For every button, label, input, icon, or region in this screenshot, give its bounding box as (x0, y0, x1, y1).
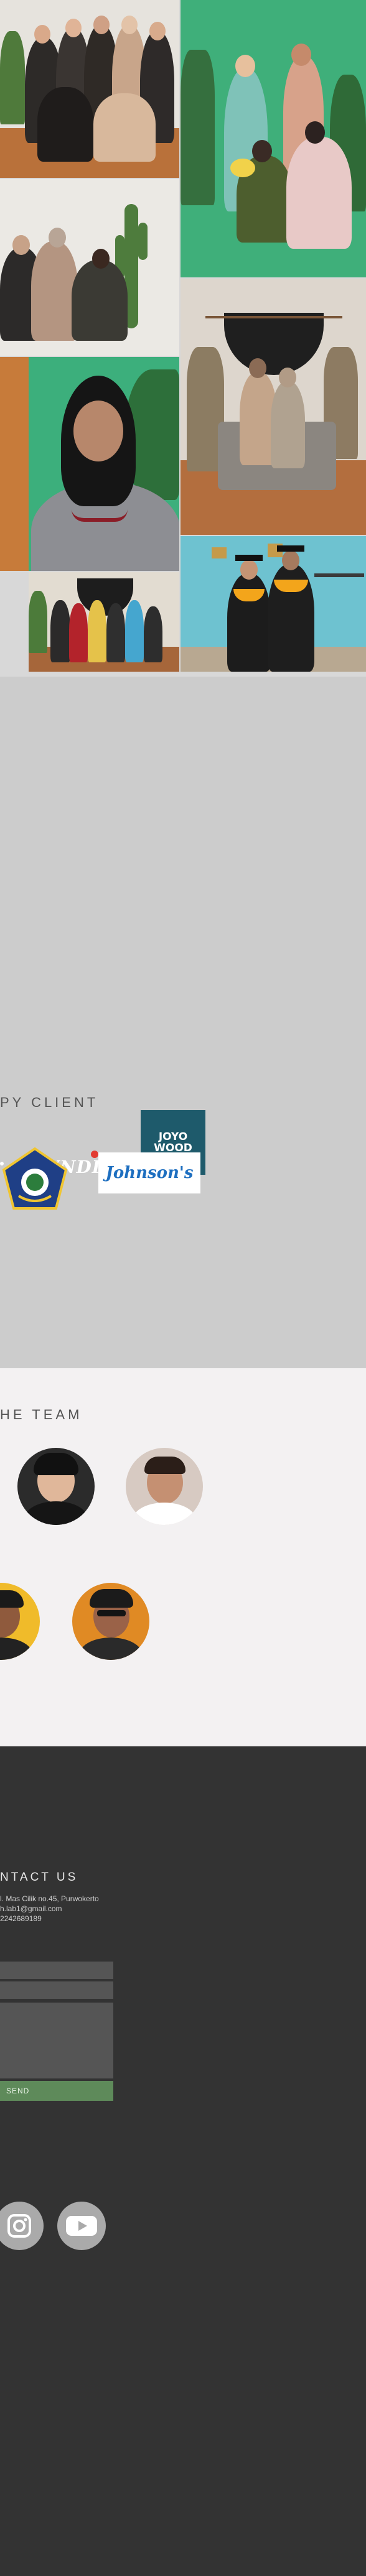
contact-email: h.lab1@gmail.com (0, 1904, 62, 1913)
joyo-wood-line1: JOYO (158, 1131, 188, 1143)
team-member-avatar[interactable] (17, 1448, 95, 1525)
instagram-icon (7, 2214, 31, 2238)
instagram-button[interactable] (0, 2202, 44, 2250)
contact-section: NTACT US l. Mas Cilik no.45, Purwokerto … (0, 1746, 366, 2576)
couple-macrame-photo[interactable] (181, 279, 366, 535)
team-member-avatar[interactable] (72, 1583, 149, 1660)
contact-phone: 2242689189 (0, 1914, 42, 1923)
johnsons-logo-text: Johnson's (105, 1164, 194, 1182)
youtube-icon (66, 2216, 97, 2236)
contact-title: NTACT US (0, 1871, 78, 1884)
photo-gallery (0, 0, 366, 677)
hijab-portrait-photo[interactable] (0, 357, 179, 571)
emblem-icon (2, 1147, 68, 1210)
send-button[interactable]: SEND (0, 2081, 113, 2101)
contact-address: l. Mas Cilik no.45, Purwokerto (0, 1894, 99, 1903)
youtube-button[interactable] (57, 2202, 106, 2250)
email-field[interactable] (0, 1981, 113, 1999)
johnsons-logo: Johnson's (98, 1152, 200, 1193)
team-member-avatar[interactable] (0, 1583, 40, 1660)
team-section: HE TEAM (0, 1368, 366, 1746)
name-field[interactable] (0, 1962, 113, 1979)
graduation-photo[interactable] (181, 536, 366, 672)
clients-section: PY CLIENT HYNDIA JOYO WOOD Johnson's (0, 677, 366, 1368)
family-group-photo[interactable] (29, 572, 179, 672)
family-cactus-photo[interactable] (0, 179, 179, 356)
team-member-avatar[interactable] (126, 1448, 203, 1525)
message-field[interactable] (0, 2003, 113, 2078)
emblem-logo (0, 1146, 70, 1216)
green-backdrop-group-photo[interactable] (181, 0, 366, 277)
page: PY CLIENT HYNDIA JOYO WOOD Johnson's HE … (0, 0, 366, 2576)
team-title: HE TEAM (0, 1407, 83, 1422)
clients-title: PY CLIENT (0, 1095, 99, 1110)
group-of-women-photo[interactable] (0, 0, 179, 178)
